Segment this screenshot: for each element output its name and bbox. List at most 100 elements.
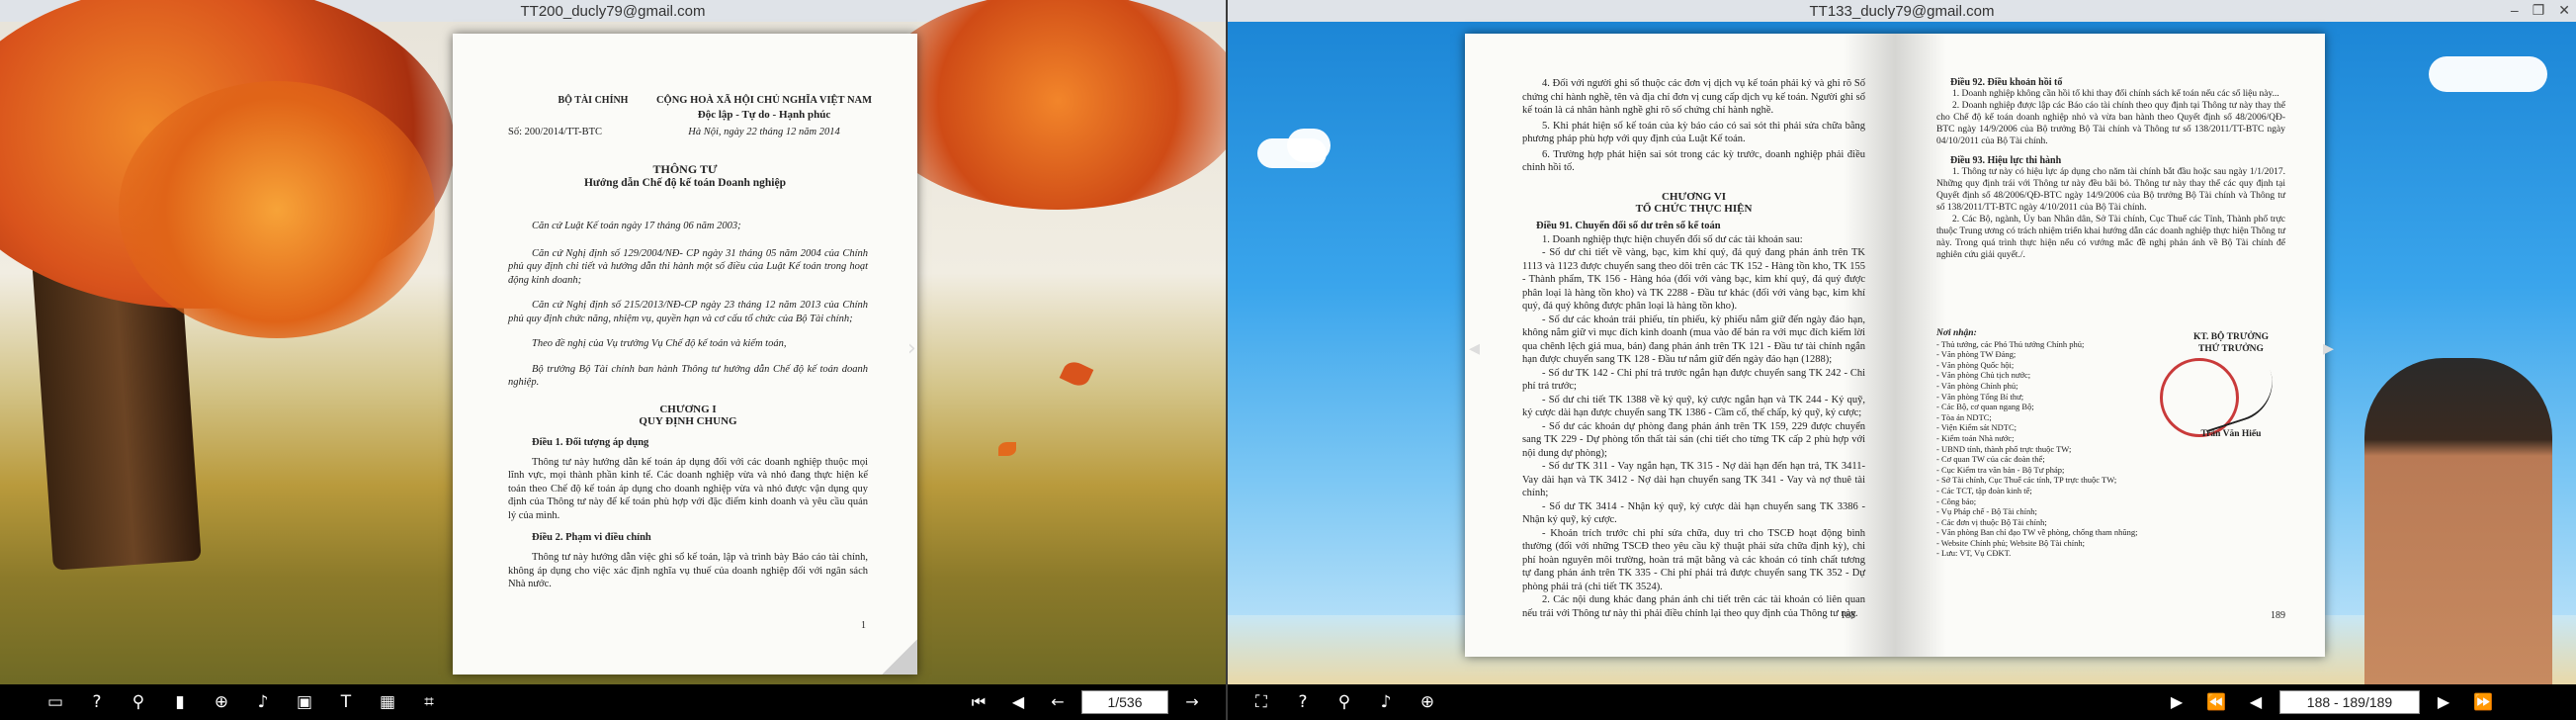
chapter-title: QUY ĐỊNH CHUNG <box>639 414 737 427</box>
body-paragraph: - Số dư các khoản trái phiếu, tín phiếu,… <box>1522 314 1865 366</box>
text-icon[interactable]: T <box>332 689 360 715</box>
republic-name: CỘNG HOÀ XÃ HỘI CHỦ NGHĨA VIỆT NAM <box>655 95 873 106</box>
page-number: 1 <box>861 620 866 631</box>
zoom-icon[interactable]: ⊕ <box>208 689 235 715</box>
document-number: Số: 200/2014/TT-BTC <box>508 127 602 137</box>
body-paragraph: - Số dư TK 311 - Vay ngắn hạn, TK 315 - … <box>1522 461 1865 498</box>
recipient-item: - Tòa án NDTC; <box>1936 411 1992 422</box>
signer-subtitle: THỨ TRƯỞNG <box>2198 344 2264 354</box>
recipient-item: - UBND tỉnh, thành phố trực thuộc TW; <box>1936 443 2072 454</box>
book-spread[interactable]: 4. Đối với người ghi sổ thuộc các đơn vị… <box>1465 34 2325 657</box>
preamble-paragraph: Bộ trưởng Bộ Tài chính ban hành Thông tư… <box>508 363 868 389</box>
recipient-item: - Lưu: VT, Vụ CĐKT. <box>1936 548 2012 559</box>
body-paragraph: 6. Trường hợp phát hiện sai sót trong cá… <box>1522 148 1865 174</box>
falling-leaf <box>998 442 1016 456</box>
signer-name: Trần Văn Hiếu <box>2200 429 2262 439</box>
chapter-heading: CHƯƠNG I <box>659 403 717 415</box>
body-paragraph: 4. Đối với người ghi sổ thuộc các đơn vị… <box>1522 78 1865 116</box>
recipient-item: - Website Chính phủ; Website Bộ Tài chín… <box>1936 537 2085 548</box>
right-titlebar: TT133_ducly79@gmail.com – ❐ ✕ <box>1228 0 2576 23</box>
next-page-icon[interactable]: → <box>1176 689 1208 715</box>
chapter-heading: CHƯƠNG VI <box>1661 190 1727 203</box>
right-window-title: TT133_ducly79@gmail.com <box>1809 3 1995 20</box>
next-page-arrow-icon[interactable]: › <box>907 336 916 361</box>
article-text: Thông tư này hướng dẫn kế toán áp dụng đ… <box>508 456 868 521</box>
prev-page-arrow-icon[interactable]: ◂ <box>1469 336 1480 361</box>
recipient-item: - Văn phòng Quốc hội; <box>1936 359 2015 370</box>
back-icon[interactable]: ← <box>1042 689 1073 715</box>
crop-icon[interactable]: ⌗ <box>415 689 443 715</box>
recipient-item: - Viện Kiểm sát NDTC; <box>1936 422 2018 433</box>
left-page: 4. Đối với người ghi sổ thuộc các đơn vị… <box>1465 34 1895 657</box>
article-heading: Điều 92. Điều khoản hồi tố <box>1950 77 2063 88</box>
bookmark-icon[interactable]: ▮ <box>166 689 194 715</box>
page-number-input[interactable]: 188 - 189/189 <box>2279 690 2420 714</box>
prev-page-icon[interactable]: ◀ <box>2240 689 2272 715</box>
recipient-item: - Kiểm toán Nhà nước; <box>1936 432 2015 443</box>
help-icon[interactable]: ? <box>1289 689 1317 715</box>
article-heading: Điều 1. Đối tượng áp dụng <box>532 436 649 448</box>
next-page-arrow-icon[interactable]: ▸ <box>2323 336 2334 361</box>
maximize-icon[interactable]: ❐ <box>2533 2 2545 19</box>
next-page-icon[interactable]: ▶ <box>2428 689 2459 715</box>
body-paragraph: 1. Doanh nghiệp không cần hồi tố khi tha… <box>1952 89 2279 99</box>
body-paragraph: - Số dư chi tiết về vàng, bạc, kim khí q… <box>1522 247 1865 312</box>
sound-icon[interactable]: ♪ <box>1372 689 1400 715</box>
search-icon[interactable]: ⚲ <box>125 689 152 715</box>
article-heading: Điều 93. Hiệu lực thi hành <box>1950 155 2062 166</box>
recipient-item: - Các TCT, tập đoàn kinh tế; <box>1936 485 2032 495</box>
recipient-item: - Công báo; <box>1936 495 1977 506</box>
recipients-list: Nơi nhận: - Thủ tướng, các Phó Thủ tướng… <box>1936 328 2164 559</box>
play-icon[interactable]: ▶ <box>2161 689 2192 715</box>
body-paragraph: 5. Khi phát hiện số kế toán của kỳ báo c… <box>1522 120 1865 145</box>
preamble-paragraph: Căn cứ Nghị định số 129/2004/NĐ- CP ngày… <box>508 247 868 286</box>
body-paragraph: 2. Các Bộ, ngành, Ủy ban Nhân dân, Sở Tà… <box>1936 215 2285 260</box>
cloud <box>1287 129 1331 162</box>
national-motto: Độc lập - Tự do - Hạnh phúc <box>697 109 831 121</box>
close-icon[interactable]: ✕ <box>2558 2 2570 19</box>
decorative-figure <box>2364 358 2552 684</box>
recipient-item: - Thủ tướng, các Phó Thủ tướng Chính phủ… <box>1936 338 2085 349</box>
right-page: Điều 92. Điều khoản hồi tố 1. Doanh nghi… <box>1895 34 2325 657</box>
first-page-icon[interactable]: ⏪ <box>2200 689 2232 715</box>
body-paragraph: 2. Các nội dung khác đang phản ánh chi t… <box>1522 594 1865 619</box>
thumbnails-icon[interactable]: ▦ <box>374 689 401 715</box>
recipient-item: - Văn phòng TW Đảng; <box>1936 349 2017 360</box>
preamble-paragraph: Căn cứ Luật Kế toán ngày 17 tháng 06 năm… <box>532 221 741 231</box>
body-paragraph: - Số dư TK 3414 - Nhận ký quỹ, ký cược d… <box>1522 500 1865 526</box>
first-page-icon[interactable]: ⏮ <box>963 689 994 715</box>
recipient-item: - Các đơn vị thuộc Bộ Tài chính; <box>1936 516 2047 527</box>
recipient-item: - Cơ quan TW của các đoàn thể; <box>1936 454 2045 465</box>
body-paragraph: - Số dư các khoản dự phòng đang phản ánh… <box>1522 420 1865 459</box>
recipients-label: Nơi nhận: <box>1936 328 1977 338</box>
article-heading: Điều 2. Phạm vi điều chỉnh <box>532 532 651 543</box>
chapter-title: TỔ CHỨC THỰC HIỆN <box>1635 202 1753 215</box>
article-heading: Điều 91. Chuyển đổi số dư trên sổ kế toá… <box>1536 220 1721 231</box>
last-page-icon[interactable]: ⏩ <box>2467 689 2499 715</box>
page-number-input[interactable]: 1/536 <box>1081 690 1168 714</box>
document-type: THÔNG TƯ <box>652 162 718 176</box>
tree-canopy <box>870 0 1226 210</box>
page-number: 188 <box>1841 610 1855 621</box>
search-icon[interactable]: ⚲ <box>1331 689 1358 715</box>
slideshow-icon[interactable]: ▣ <box>291 689 318 715</box>
recipient-item: - Các Bộ, cơ quan ngang Bộ; <box>1936 402 2034 412</box>
body-paragraph: 1. Doanh nghiệp thực hiện chuyển đổi số … <box>1542 233 1803 245</box>
monitor-icon[interactable]: ▭ <box>42 689 69 715</box>
preamble-paragraph: Theo đề nghị của Vụ trưởng Vụ Chế độ kế … <box>532 338 787 349</box>
document-page[interactable]: BỘ TÀI CHÍNH Số: 200/2014/TT-BTC CỘNG HO… <box>453 34 917 675</box>
recipient-item: - Văn phòng Chính phủ; <box>1936 380 2018 391</box>
document-title: Hướng dẫn Chế độ kế toán Doanh nghiệp <box>583 177 787 189</box>
page-curl-corner[interactable] <box>882 639 917 675</box>
help-icon[interactable]: ? <box>83 689 111 715</box>
zoom-icon[interactable]: ⊕ <box>1414 689 1441 715</box>
fit-icon[interactable]: ⛶ <box>1247 689 1275 715</box>
prev-page-icon[interactable]: ◀ <box>1002 689 1034 715</box>
sound-icon[interactable]: ♪ <box>249 689 277 715</box>
article-text: Thông tư này hướng dẫn việc ghi sổ kế to… <box>508 552 868 589</box>
minimize-icon[interactable]: – <box>2511 2 2519 19</box>
recipient-item: - Vụ Pháp chế - Bộ Tài chính; <box>1936 506 2037 517</box>
recipient-item: - Cục Kiểm tra văn bản - Bộ Tư pháp; <box>1936 464 2065 475</box>
right-flipbook-window: TT133_ducly79@gmail.com – ❐ ✕ 4. Đối với… <box>1228 0 2576 720</box>
page-number: 189 <box>2271 610 2285 621</box>
